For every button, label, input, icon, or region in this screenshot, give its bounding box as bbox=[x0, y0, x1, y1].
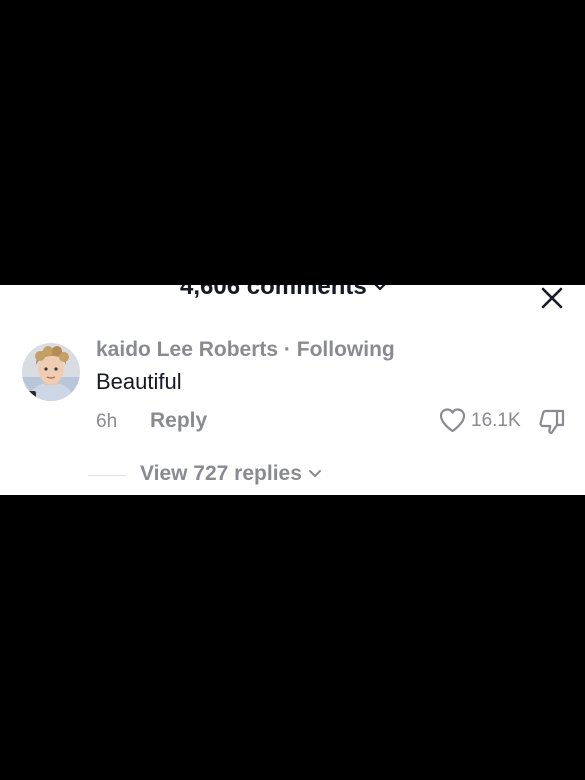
chevron-down-icon bbox=[374, 285, 386, 291]
heart-outline-icon bbox=[439, 408, 466, 433]
thumbs-down-icon[interactable] bbox=[537, 407, 567, 437]
comment-author[interactable]: kaido Lee Roberts bbox=[96, 338, 278, 361]
reply-button[interactable]: Reply bbox=[150, 409, 207, 433]
comment-time: 6h bbox=[96, 411, 118, 432]
close-icon[interactable] bbox=[539, 285, 565, 311]
separator-dot: · bbox=[283, 338, 291, 361]
comments-count-label: 4,606 comments bbox=[180, 285, 367, 300]
comment-author-line: kaido Lee Roberts · Following bbox=[96, 338, 395, 362]
avatar[interactable] bbox=[22, 343, 80, 401]
chevron-down-icon bbox=[308, 470, 321, 477]
comments-count-header[interactable]: 4,606 comments bbox=[180, 285, 387, 301]
replies-divider bbox=[88, 475, 126, 476]
following-label: Following bbox=[296, 338, 395, 361]
view-replies-label: View 727 replies bbox=[140, 462, 302, 485]
avatar-image bbox=[22, 343, 80, 401]
like-count: 16.1K bbox=[471, 409, 521, 431]
comments-panel: 4,606 comments kaido Lee Roberts · Follo… bbox=[0, 285, 585, 495]
like-button[interactable]: 16.1K bbox=[438, 407, 521, 434]
view-replies-button[interactable]: View 727 replies bbox=[140, 462, 322, 486]
comment-text: Beautiful bbox=[96, 369, 182, 394]
